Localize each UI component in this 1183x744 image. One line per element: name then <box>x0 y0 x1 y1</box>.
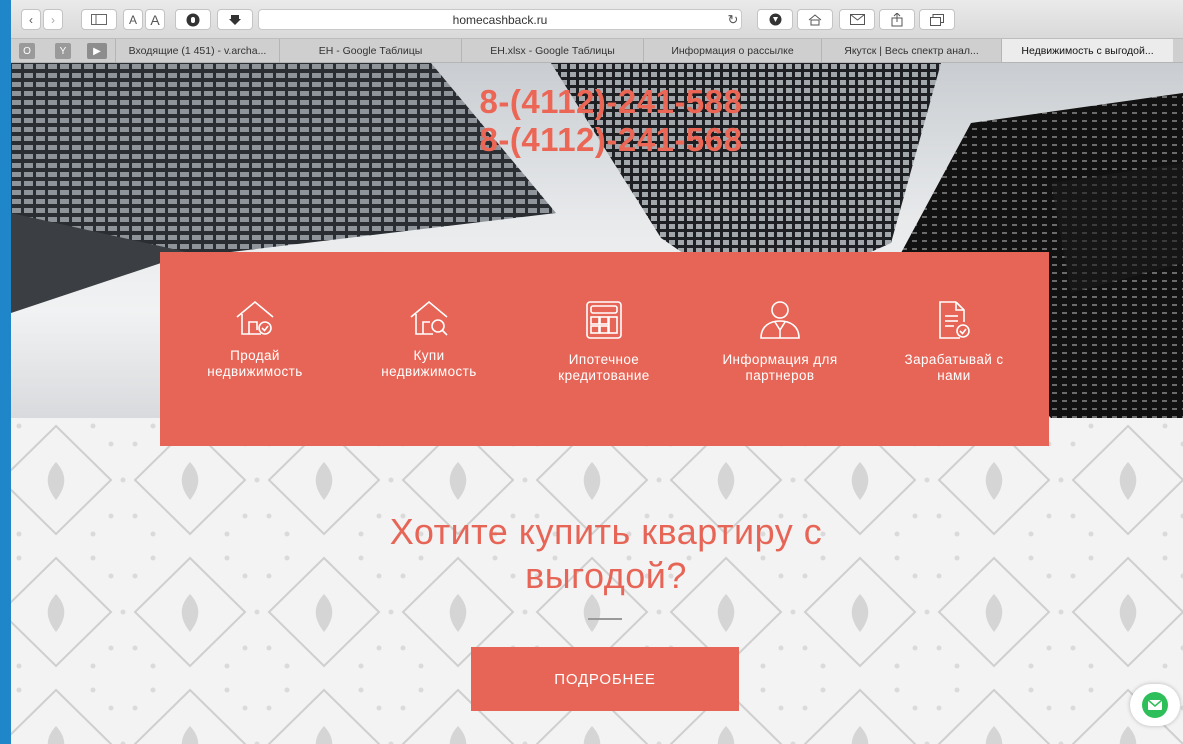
sidebar-icon <box>91 14 107 25</box>
favorite-video-icon[interactable]: ▶ <box>87 43 107 59</box>
chat-widget-button[interactable] <box>1130 684 1180 726</box>
reload-button[interactable]: ↻ <box>725 9 741 30</box>
forward-button[interactable]: › <box>43 9 63 30</box>
tab-active-homecashback[interactable]: Недвижимость с выгодой... <box>1001 39 1173 62</box>
phone-1[interactable]: 8-(4112)-241-588 <box>411 83 811 121</box>
more-details-button[interactable]: ПОДРОБНЕЕ <box>471 647 739 711</box>
headline-divider <box>588 618 622 620</box>
text-larger-label: A <box>150 11 160 28</box>
service-partners-line1: Информация для <box>722 352 838 367</box>
tab-inbox[interactable]: Входящие (1 451) - v.archa... <box>115 39 279 62</box>
download-helper-button[interactable] <box>217 9 253 30</box>
mail-button[interactable] <box>839 9 875 30</box>
share-icon <box>891 12 903 26</box>
back-button[interactable]: ‹ <box>21 9 41 30</box>
document-check-icon <box>939 301 970 339</box>
service-mortgage-line2: кредитование <box>558 368 650 383</box>
services-panel: Продай недвижимость Купи недвижимость Ипот… <box>160 252 1049 446</box>
url-text: homecashback.ru <box>452 13 548 27</box>
browser-window: ‹ › A A homecashback.ru ↻ О Y ▶ Входящие… <box>11 0 1183 744</box>
favorite-o-icon[interactable]: О <box>19 43 35 59</box>
tab-google-sheets-1[interactable]: ЕН - Google Таблицы <box>279 39 461 62</box>
ghostery-button[interactable] <box>175 9 211 30</box>
service-earn-line2: нами <box>937 368 971 383</box>
tab-yakutsk[interactable]: Якутск | Весь спектр анал... <box>821 39 1001 62</box>
service-sell-line2: недвижимость <box>207 364 303 379</box>
download-circle-icon <box>769 13 781 26</box>
phone-2[interactable]: 8-(4112)-241-568 <box>411 121 811 159</box>
tab-newsletter[interactable]: Информация о рассылке <box>643 39 821 62</box>
service-sell-line1: Продай <box>230 348 280 363</box>
promo-headline-line2: выгодой? <box>525 555 687 596</box>
text-smaller-button[interactable]: A <box>123 9 143 30</box>
chevron-right-icon: › <box>51 12 55 27</box>
downloads-button[interactable] <box>757 9 793 30</box>
text-smaller-label: A <box>128 12 137 27</box>
chevron-left-icon: ‹ <box>29 12 33 27</box>
service-mortgage-line1: Ипотечное <box>568 352 640 367</box>
service-buy-line2: недвижимость <box>381 364 477 379</box>
address-bar[interactable]: homecashback.ru <box>258 9 742 30</box>
share-button[interactable] <box>879 9 915 30</box>
tab-google-sheets-2[interactable]: ЕН.xlsx - Google Таблицы <box>461 39 643 62</box>
chat-envelope-icon <box>1142 692 1168 718</box>
service-mortgage[interactable]: Ипотечное кредитование <box>524 300 684 384</box>
home-button[interactable] <box>797 9 833 30</box>
browser-toolbar: ‹ › A A homecashback.ru ↻ <box>11 0 1183 39</box>
phone-numbers: 8-(4112)-241-588 8-(4112)-241-568 <box>411 83 811 159</box>
tabs-icon <box>930 13 944 26</box>
service-buy-line1: Купи <box>413 348 445 363</box>
service-partners-line2: партнеров <box>745 368 815 383</box>
house-search-icon <box>410 300 448 336</box>
partner-person-icon <box>760 301 800 339</box>
promo-headline: Хотите купить квартиру с выгодой? <box>271 510 941 598</box>
tab-bar: О Y ▶ Входящие (1 451) - v.archa... ЕН -… <box>11 39 1183 63</box>
envelope-icon <box>849 14 865 25</box>
sidebar-button[interactable] <box>81 9 117 30</box>
download-arrow-icon <box>229 14 241 25</box>
calculator-icon <box>586 301 622 339</box>
favorite-y-icon[interactable]: Y <box>55 43 71 59</box>
tabs-overview-button[interactable] <box>919 9 955 30</box>
house-check-icon <box>236 300 274 335</box>
service-partners[interactable]: Информация для партнеров <box>700 300 860 384</box>
ghostery-icon <box>186 13 200 26</box>
text-larger-button[interactable]: A <box>145 9 165 30</box>
service-sell[interactable]: Продай недвижимость <box>175 300 335 380</box>
promo-headline-line1: Хотите купить квартиру с <box>389 511 823 552</box>
home-icon <box>808 13 822 25</box>
service-buy[interactable]: Купи недвижимость <box>349 300 509 380</box>
service-earn-line1: Зарабатывай с <box>904 352 1004 367</box>
service-earn[interactable]: Зарабатывай с нами <box>874 300 1034 384</box>
reload-icon: ↻ <box>727 11 739 27</box>
